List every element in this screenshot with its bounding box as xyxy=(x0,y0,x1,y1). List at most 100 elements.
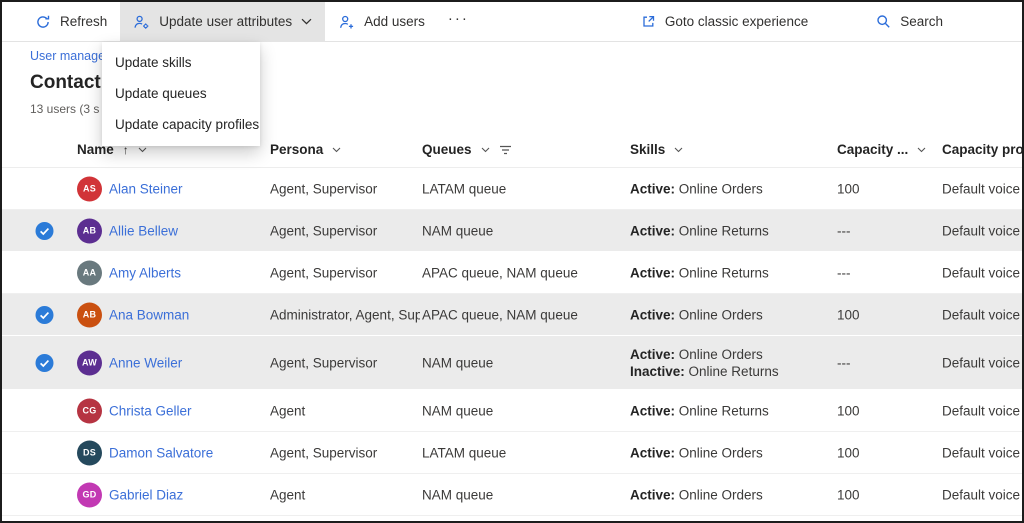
table-row[interactable]: AB Ana Bowman Administrator, Agent, Sup … xyxy=(2,294,1022,336)
update-user-attributes-button[interactable]: Update user attributes xyxy=(120,2,326,42)
user-name-link[interactable]: Ana Bowman xyxy=(109,307,189,322)
external-link-icon xyxy=(641,14,656,29)
column-header-capacity-profile[interactable]: Capacity profi xyxy=(942,142,1024,157)
table-row[interactable]: AA Amy Alberts Agent, Supervisor APAC qu… xyxy=(2,252,1022,294)
row-selected-check-icon[interactable] xyxy=(35,305,55,324)
menu-item-update-capacity-profiles[interactable]: Update capacity profiles xyxy=(102,109,260,140)
search-icon xyxy=(876,14,891,29)
cell-queues: APAC queue, NAM queue xyxy=(422,307,578,322)
user-name-link[interactable]: Christa Geller xyxy=(109,403,192,418)
cell-skills: Active: Online Returns xyxy=(630,265,769,280)
search-button[interactable]: Search xyxy=(863,2,956,42)
table-row[interactable]: DS Damon Salvatore Agent, Supervisor LAT… xyxy=(2,432,1022,474)
cell-capacity-profile: Default voice c xyxy=(942,307,1024,322)
user-count-summary: 13 users (3 s xyxy=(30,102,100,116)
page-title: Contact xyxy=(30,72,101,93)
chevron-down-icon xyxy=(332,147,341,152)
cell-persona: Agent xyxy=(270,487,306,502)
column-header-capacity[interactable]: Capacity ... xyxy=(837,142,926,157)
cell-persona: Administrator, Agent, Sup xyxy=(270,307,420,322)
table-body: AS Alan Steiner Agent, Supervisor LATAM … xyxy=(2,168,1022,516)
table-row[interactable]: CG Christa Geller Agent NAM queue Active… xyxy=(2,390,1022,432)
user-name-link[interactable]: Alan Steiner xyxy=(109,181,183,196)
cell-skills: Active: Online Returns xyxy=(630,403,769,418)
goto-classic-button[interactable]: Goto classic experience xyxy=(628,2,821,42)
cell-capacity-profile: Default voice i xyxy=(942,445,1024,460)
avatar: DS xyxy=(77,440,102,465)
chevron-down-icon xyxy=(917,147,926,152)
row-selected-check-icon[interactable] xyxy=(35,221,55,240)
avatar: AB xyxy=(77,302,102,327)
refresh-label: Refresh xyxy=(60,14,108,29)
cell-capacity: --- xyxy=(837,355,851,370)
cell-queues: NAM queue xyxy=(422,223,494,238)
cell-capacity: 100 xyxy=(837,487,860,502)
chevron-down-icon xyxy=(674,147,683,152)
add-users-button[interactable]: Add users xyxy=(325,2,438,42)
search-label: Search xyxy=(900,14,943,29)
cell-skills: Active: Online Orders xyxy=(630,181,763,196)
column-label: Capacity profi xyxy=(942,142,1024,157)
column-label: Persona xyxy=(270,142,324,157)
menu-item-update-queues[interactable]: Update queues xyxy=(102,78,260,109)
cell-capacity-profile: Default voice c xyxy=(942,487,1024,502)
users-grid: Name ↑ Persona Queues Skills Capacity ..… xyxy=(2,142,1022,516)
chevron-down-icon xyxy=(481,147,489,152)
cell-capacity: 100 xyxy=(837,307,860,322)
cell-queues: APAC queue, NAM queue xyxy=(422,265,578,280)
table-row[interactable]: AW Anne Weiler Agent, Supervisor NAM que… xyxy=(2,336,1022,390)
cell-queues: LATAM queue xyxy=(422,445,507,460)
add-users-label: Add users xyxy=(364,14,425,29)
cell-persona: Agent, Supervisor xyxy=(270,445,378,460)
page-head: User manage Contact 13 users (3 s xyxy=(30,47,105,116)
cell-capacity-profile: Default voice i xyxy=(942,265,1024,280)
filter-icon[interactable] xyxy=(499,145,512,155)
cell-capacity: --- xyxy=(837,223,851,238)
more-commands-button[interactable]: ··· xyxy=(438,2,479,42)
chevron-down-icon xyxy=(138,147,147,152)
update-attributes-menu: Update skills Update queues Update capac… xyxy=(102,42,260,146)
avatar: AS xyxy=(77,176,102,201)
cell-queues: NAM queue xyxy=(422,403,494,418)
user-name-link[interactable]: Damon Salvatore xyxy=(109,445,213,460)
cell-skills: Active: Online Orders xyxy=(630,307,763,322)
column-header-queues[interactable]: Queues xyxy=(422,142,512,157)
refresh-button[interactable]: Refresh xyxy=(22,2,120,42)
cell-skills: Active: Online Returns xyxy=(630,223,769,238)
cell-persona: Agent, Supervisor xyxy=(270,223,378,238)
user-name-link[interactable]: Anne Weiler xyxy=(109,355,182,370)
menu-item-update-skills[interactable]: Update skills xyxy=(102,47,260,78)
breadcrumb-user-management-link[interactable]: User manage xyxy=(30,49,105,63)
row-selected-check-icon[interactable] xyxy=(35,353,55,372)
user-name-link[interactable]: Gabriel Diaz xyxy=(109,487,183,502)
user-name-link[interactable]: Allie Bellew xyxy=(109,223,178,238)
goto-classic-label: Goto classic experience xyxy=(664,14,809,29)
cell-queues: NAM queue xyxy=(422,487,494,502)
column-label: Skills xyxy=(630,142,666,157)
person-add-icon xyxy=(338,14,355,30)
cell-capacity-profile: Default voice c xyxy=(942,355,1024,370)
cell-persona: Agent, Supervisor xyxy=(270,355,378,370)
command-bar: Refresh Update user attributes Add users… xyxy=(2,2,1022,42)
cell-skills: Active: Online Orders Inactive: Online Re… xyxy=(630,346,779,379)
cell-capacity: 100 xyxy=(837,403,860,418)
avatar: GD xyxy=(77,482,102,507)
cell-capacity: 100 xyxy=(837,445,860,460)
refresh-icon xyxy=(35,14,51,30)
cell-queues: NAM queue xyxy=(422,355,494,370)
cell-persona: Agent xyxy=(270,403,306,418)
user-name-link[interactable]: Amy Alberts xyxy=(109,265,181,280)
table-row[interactable]: GD Gabriel Diaz Agent NAM queue Active: … xyxy=(2,474,1022,516)
table-row[interactable]: AB Allie Bellew Agent, Supervisor NAM qu… xyxy=(2,210,1022,252)
table-row[interactable]: AS Alan Steiner Agent, Supervisor LATAM … xyxy=(2,168,1022,210)
column-header-persona[interactable]: Persona xyxy=(270,142,341,157)
cell-capacity-profile: Default voice i xyxy=(942,403,1024,418)
person-gear-icon xyxy=(133,14,150,30)
avatar: AA xyxy=(77,260,102,285)
column-header-skills[interactable]: Skills xyxy=(630,142,683,157)
cell-capacity-profile: Default voice i xyxy=(942,223,1024,238)
cell-queues: LATAM queue xyxy=(422,181,507,196)
update-user-attributes-label: Update user attributes xyxy=(159,14,293,29)
cell-capacity-profile: Default voice i xyxy=(942,181,1024,196)
ellipsis-icon: ··· xyxy=(447,10,469,27)
